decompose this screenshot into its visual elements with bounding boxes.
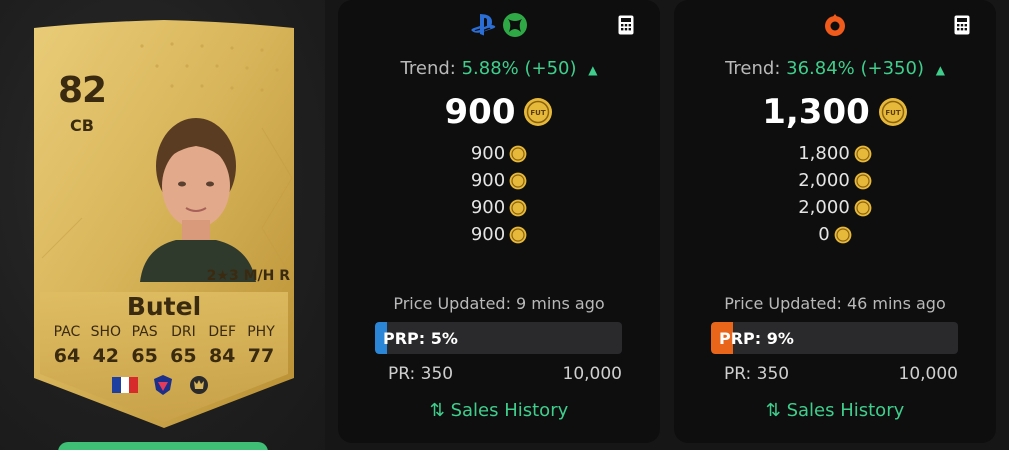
list-item: 2,000	[674, 167, 996, 194]
recent-prices-list: 1,800 2,000 2,000 0	[674, 140, 996, 248]
xbox-icon[interactable]	[502, 12, 528, 38]
list-item: 900	[338, 140, 660, 167]
player-position: CB	[70, 116, 94, 135]
recent-price: 900	[470, 224, 506, 245]
trend-label: Trend:	[725, 58, 781, 79]
price-updated-text: Price Updated: 9 mins ago	[393, 294, 605, 313]
fut-coin-icon: FUT	[878, 98, 907, 126]
stat-labels: PAC SHO PAS DRI DEF PHY	[48, 324, 280, 340]
prp-progress-bar: PRP: 9%	[711, 322, 958, 354]
trend-value: 36.84% (+350)	[786, 58, 924, 79]
stat-value: 42	[92, 345, 120, 367]
fut-coin-icon	[509, 172, 527, 189]
console-price-panel: Trend: 5.88% (+50) ▲ 900 FUT 900 900 900…	[338, 0, 660, 443]
stat-value: 65	[131, 345, 158, 367]
recent-price: 2,000	[798, 197, 850, 218]
stat-value: 77	[247, 345, 275, 367]
player-card[interactable]: 82 CB 2★3 M/H R Butel PAC SHO PAS DRI DE…	[22, 18, 306, 430]
playstation-icon[interactable]	[470, 12, 498, 38]
price-value: 900	[444, 92, 516, 132]
list-item: 1,800	[674, 140, 996, 167]
stat-label: SHO	[90, 324, 122, 340]
svg-text:FUT: FUT	[885, 109, 900, 117]
stat-label: PAC	[53, 324, 81, 340]
player-rating: 82	[57, 70, 107, 111]
trend-up-icon: ▲	[588, 63, 598, 77]
calculator-icon[interactable]	[618, 15, 634, 35]
fut-coin-icon	[509, 145, 527, 162]
list-item: 0	[674, 221, 996, 248]
list-item: 900	[338, 167, 660, 194]
stat-label: PHY	[247, 324, 275, 340]
recent-price: 900	[470, 197, 506, 218]
player-name: Butel	[126, 292, 202, 321]
list-item: 2,000	[674, 194, 996, 221]
platform-icons	[674, 12, 996, 38]
list-item: 900	[338, 221, 660, 248]
sales-history-label: Sales History	[450, 400, 569, 421]
stat-value: 64	[53, 345, 81, 367]
pr-min: PR: 350	[724, 364, 790, 384]
pr-max: 10,000	[562, 364, 622, 384]
prp-progress-bar: PRP: 5%	[375, 322, 622, 354]
fut-coin-icon	[854, 145, 872, 162]
stat-value: 84	[208, 345, 236, 367]
action-button[interactable]	[58, 442, 268, 450]
card-badges	[112, 374, 212, 396]
origin-icon[interactable]	[822, 12, 848, 38]
fut-coin-icon	[854, 172, 872, 189]
price-trend: Trend: 5.88% (+50) ▲	[338, 58, 660, 79]
list-item: 900	[338, 194, 660, 221]
prp-label: PRP: 9%	[719, 329, 794, 348]
stat-label: DRI	[171, 324, 196, 340]
sales-history-link[interactable]: ⇅ Sales History	[338, 400, 660, 421]
sales-history-label: Sales History	[786, 400, 905, 421]
stat-label: DEF	[208, 324, 237, 340]
price-updated-text: Price Updated: 46 mins ago	[724, 294, 946, 313]
stat-value: 65	[170, 345, 197, 367]
price-trend: Trend: 36.84% (+350) ▲	[674, 58, 996, 79]
fut-coin-icon	[509, 199, 527, 216]
fut-coin-icon	[834, 226, 852, 243]
price-range: PR: 350 10,000	[724, 364, 958, 384]
club-badge-icon	[190, 376, 208, 394]
league-badge-icon	[154, 375, 172, 395]
fut-coin-icon: FUT	[524, 98, 553, 126]
skills-weakfoot-workrates: 2★3 M/H R	[206, 268, 290, 284]
price-range: PR: 350 10,000	[388, 364, 622, 384]
recent-price: 2,000	[798, 170, 850, 191]
fut-coin-icon	[854, 199, 872, 216]
sort-arrows-icon: ⇅	[429, 400, 445, 421]
recent-price: 1,800	[798, 143, 850, 164]
recent-price: 900	[470, 170, 506, 191]
player-portrait	[140, 118, 256, 282]
pc-price-panel: Trend: 36.84% (+350) ▲ 1,300 FUT 1,800 2…	[674, 0, 996, 443]
current-price: 900 FUT	[338, 92, 660, 132]
recent-price: 0	[818, 224, 830, 245]
svg-text:FUT: FUT	[531, 109, 546, 117]
recent-prices-list: 900 900 900 900	[338, 140, 660, 248]
stat-values: 64 42 65 65 84 77	[48, 345, 280, 367]
calculator-icon[interactable]	[954, 15, 970, 35]
prp-label: PRP: 5%	[383, 329, 458, 348]
fut-coin-icon	[509, 226, 527, 243]
trend-label: Trend:	[400, 58, 456, 79]
trend-up-icon: ▲	[935, 63, 945, 77]
platform-icons	[338, 12, 660, 38]
pr-min: PR: 350	[388, 364, 454, 384]
recent-price: 900	[470, 143, 506, 164]
current-price: 1,300 FUT	[674, 92, 996, 132]
stat-label: PAS	[131, 324, 158, 340]
trend-value: 5.88% (+50)	[461, 58, 577, 79]
pr-max: 10,000	[898, 364, 958, 384]
france-flag-icon	[112, 377, 138, 393]
price-value: 1,300	[762, 92, 870, 132]
sort-arrows-icon: ⇅	[765, 400, 781, 421]
sales-history-link[interactable]: ⇅ Sales History	[674, 400, 996, 421]
